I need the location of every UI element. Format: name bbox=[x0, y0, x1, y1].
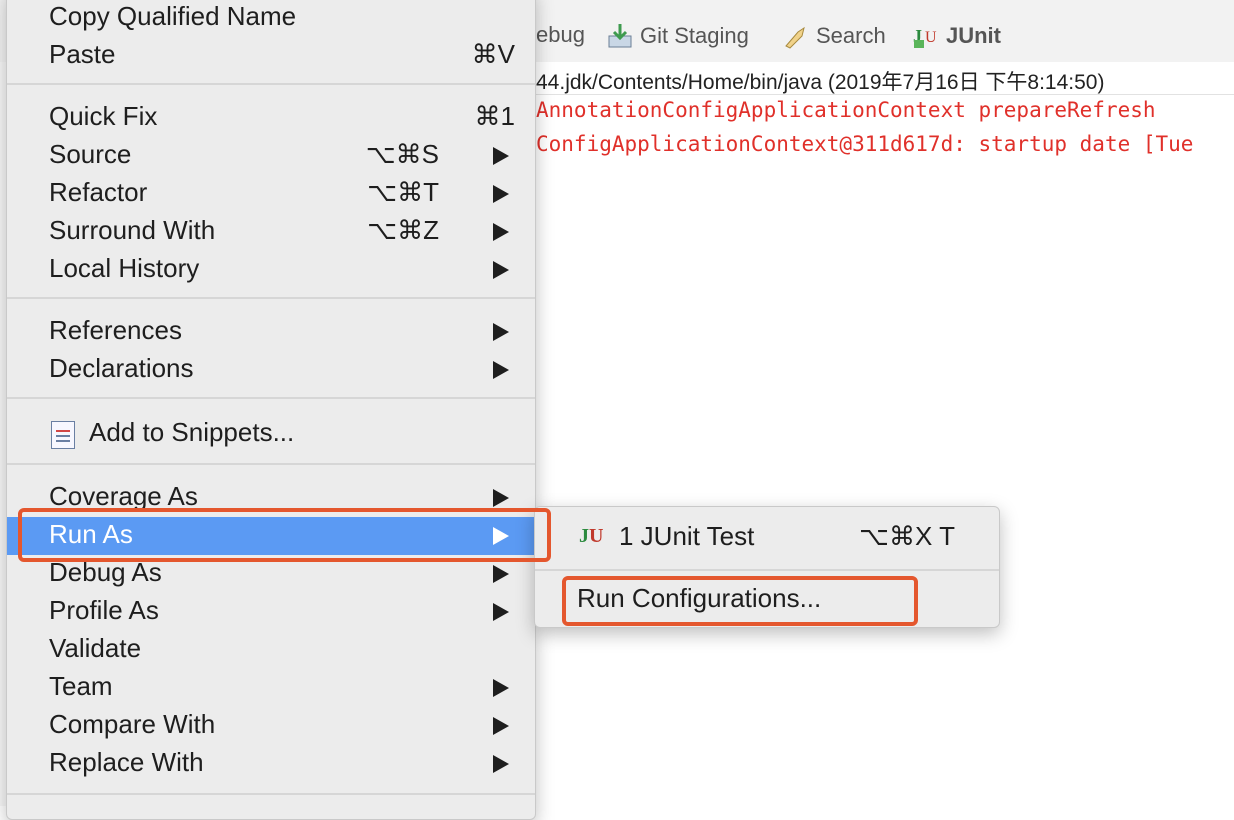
console-line: AnnotationConfigApplicationContext prepa… bbox=[536, 98, 1156, 122]
run-as-highlight bbox=[18, 508, 551, 562]
submenu-arrow-icon bbox=[493, 361, 509, 379]
menu-item-refactor[interactable]: Refactor ⌥⌘T bbox=[7, 175, 535, 213]
menu-item-copy-qualified-name[interactable]: Copy Qualified Name bbox=[7, 0, 535, 37]
menu-item-label: Source bbox=[49, 139, 132, 169]
submenu-arrow-icon bbox=[493, 565, 509, 583]
toolbar-search[interactable]: Search bbox=[782, 22, 886, 50]
submenu-item-junit-test[interactable]: JU 1 JUnit Test ⌥⌘X T bbox=[535, 519, 999, 559]
submenu-arrow-icon bbox=[493, 679, 509, 697]
svg-text:U: U bbox=[925, 29, 937, 46]
menu-item-label: Add to Snippets... bbox=[89, 417, 295, 447]
toolbar-git-staging[interactable]: Git Staging bbox=[606, 22, 749, 50]
submenu-arrow-icon bbox=[493, 147, 509, 165]
junit-icon: JU bbox=[912, 22, 940, 50]
toolbar-search-label: Search bbox=[816, 23, 886, 48]
menu-item-shortcut: ⌘1 bbox=[474, 101, 515, 131]
console-process-label: 44.jdk/Contents/Home/bin/java (2019年7月16… bbox=[536, 71, 1105, 94]
menu-item-label: Validate bbox=[49, 633, 142, 663]
menu-separator bbox=[535, 569, 999, 571]
menu-item-quick-fix[interactable]: Quick Fix ⌘1 bbox=[7, 99, 535, 137]
menu-item-label: Declarations bbox=[49, 353, 194, 383]
submenu-arrow-icon bbox=[493, 223, 509, 241]
menu-item-add-to-snippets[interactable]: Add to Snippets... bbox=[7, 415, 535, 453]
menu-item-label: Local History bbox=[49, 253, 200, 283]
menu-item-label: Paste bbox=[49, 39, 116, 69]
menu-item-local-history[interactable]: Local History bbox=[7, 251, 535, 289]
menu-item-shortcut: ⌥⌘T bbox=[367, 177, 439, 207]
menu-item-label: Quick Fix bbox=[49, 101, 158, 131]
context-menu: Copy Qualified Name Paste ⌘V Quick Fix ⌘… bbox=[6, 0, 536, 820]
menu-item-label: Refactor bbox=[49, 177, 148, 207]
toolbar-git-staging-label: Git Staging bbox=[640, 23, 749, 48]
console-line: ConfigApplicationContext@311d617d: start… bbox=[536, 132, 1194, 156]
menu-item-paste[interactable]: Paste ⌘V bbox=[7, 37, 535, 75]
menu-item-label: Copy Qualified Name bbox=[49, 1, 297, 31]
menu-separator bbox=[7, 463, 535, 465]
menu-item-profile-as[interactable]: Profile As bbox=[7, 593, 535, 631]
menu-item-declarations[interactable]: Declarations bbox=[7, 351, 535, 389]
menu-item-label: Profile As bbox=[49, 595, 159, 625]
submenu-arrow-icon bbox=[493, 261, 509, 279]
menu-item-references[interactable]: References bbox=[7, 313, 535, 351]
menu-item-shortcut: ⌘V bbox=[471, 39, 515, 69]
snippet-icon bbox=[51, 421, 75, 449]
menu-item-shortcut: ⌥⌘S bbox=[365, 139, 439, 169]
menu-separator bbox=[7, 397, 535, 399]
submenu-item-shortcut: ⌥⌘X T bbox=[859, 521, 955, 551]
menu-item-validate[interactable]: Validate bbox=[7, 631, 535, 669]
menu-item-label: Replace With bbox=[49, 747, 204, 777]
menu-separator bbox=[7, 297, 535, 299]
menu-item-surround-with[interactable]: Surround With ⌥⌘Z bbox=[7, 213, 535, 251]
menu-item-label: Team bbox=[49, 671, 113, 701]
toolbar-junit-label: JUnit bbox=[946, 23, 1001, 48]
submenu-arrow-icon bbox=[493, 489, 509, 507]
run-configurations-highlight bbox=[562, 576, 918, 626]
menu-item-replace-with[interactable]: Replace With bbox=[7, 745, 535, 783]
menu-item-label: References bbox=[49, 315, 182, 345]
menu-separator bbox=[7, 83, 535, 85]
search-icon bbox=[782, 22, 810, 50]
submenu-arrow-icon bbox=[493, 755, 509, 773]
menu-item-compare-with[interactable]: Compare With bbox=[7, 707, 535, 745]
menu-item-label: Surround With bbox=[49, 215, 216, 245]
submenu-arrow-icon bbox=[493, 323, 509, 341]
menu-item-label: Compare With bbox=[49, 709, 216, 739]
toolbar-debug-label: ebug bbox=[536, 22, 585, 47]
toolbar-junit[interactable]: JU JUnit bbox=[912, 22, 1001, 50]
menu-item-team[interactable]: Team bbox=[7, 669, 535, 707]
menu-item-source[interactable]: Source ⌥⌘S bbox=[7, 137, 535, 175]
menu-separator bbox=[7, 793, 535, 795]
git-staging-icon bbox=[606, 22, 634, 50]
junit-icon: JU bbox=[579, 525, 604, 547]
toolbar-debug[interactable]: ebug bbox=[536, 22, 585, 48]
submenu-arrow-icon bbox=[493, 603, 509, 621]
submenu-arrow-icon bbox=[493, 185, 509, 203]
menu-item-shortcut: ⌥⌘Z bbox=[367, 215, 439, 245]
submenu-item-label: 1 JUnit Test bbox=[619, 521, 755, 551]
submenu-arrow-icon bbox=[493, 717, 509, 735]
